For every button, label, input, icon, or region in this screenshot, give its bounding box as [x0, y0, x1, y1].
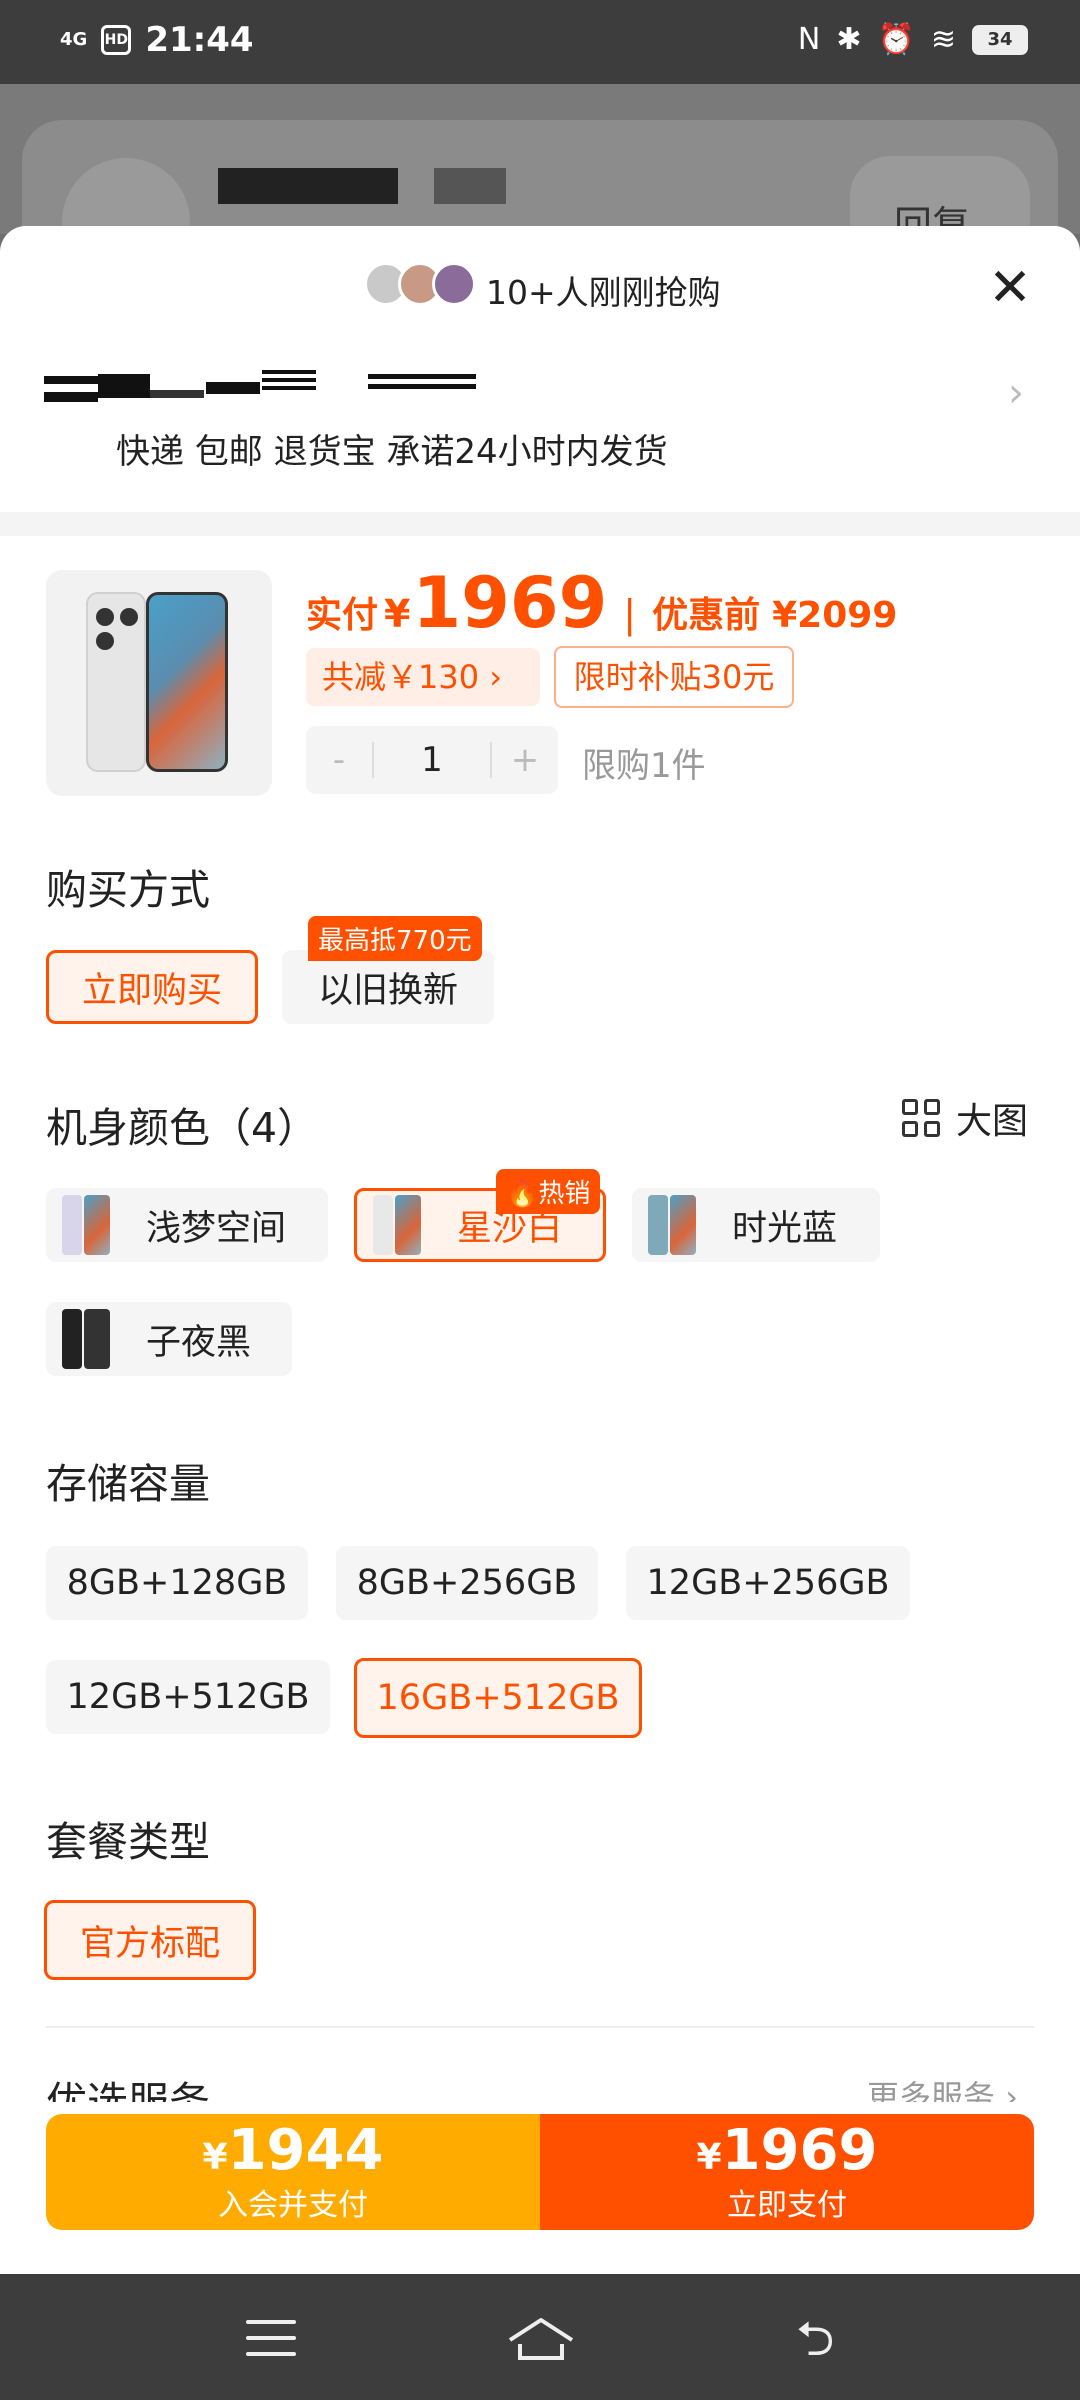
battery-icon: 34 — [972, 24, 1028, 55]
buy-price-row: ¥1969 — [696, 2117, 878, 2188]
price-separator: | — [623, 592, 637, 636]
hot-sale-badge: 🔥热销 — [496, 1169, 601, 1214]
subsidy-tag: 限时补贴30元 — [554, 646, 794, 708]
redacted-name — [218, 168, 398, 204]
option-buy-now[interactable]: 立即购买 — [46, 950, 258, 1024]
option-trade-in[interactable]: 以旧换新 — [282, 950, 494, 1024]
big-image-label: 大图 — [955, 1101, 1028, 1142]
color-label: 时光蓝 — [732, 1208, 838, 1249]
color-thumb — [60, 1193, 112, 1257]
services-title: 优选服务 — [46, 2078, 210, 2102]
purchase-limit: 限购1件 — [582, 746, 706, 786]
sheet-header: 10+人刚刚抢购 ✕ — [0, 226, 1080, 352]
redacted-text — [150, 390, 204, 398]
bluetooth-icon: ✱ — [836, 22, 862, 57]
redacted-text — [44, 376, 98, 384]
color-label: 子夜黑 — [146, 1322, 252, 1363]
redacted-text — [44, 392, 98, 402]
alarm-icon: ⏰ — [877, 22, 915, 57]
clock: 21:44 — [145, 20, 254, 60]
wifi-icon: ≋ — [930, 22, 956, 57]
decrease-button[interactable]: - — [306, 740, 372, 780]
shipping-text: 快递 包邮 退货宝 承诺24小时内发货 — [116, 432, 668, 472]
chevron-right-icon: › — [1008, 370, 1024, 416]
quantity-stepper: - 1 + — [306, 726, 558, 794]
price-line: 实付 ¥ 1969 | 优惠前 ¥2099 — [306, 562, 897, 644]
redacted-name-2 — [434, 168, 506, 204]
quantity-value[interactable]: 1 — [372, 742, 492, 778]
hd-icon: HD — [101, 25, 132, 55]
redacted-text — [368, 374, 476, 394]
color-thumb — [60, 1307, 112, 1371]
color-option-time-blue[interactable]: 时光蓝 — [632, 1188, 880, 1262]
big-image-toggle[interactable]: 大图 — [901, 1092, 1028, 1144]
buy-price: 1969 — [721, 2117, 878, 2183]
color-option-midnight-black[interactable]: 子夜黑 — [46, 1302, 292, 1376]
divider — [46, 2026, 1034, 2028]
network-type: 4G — [60, 29, 88, 50]
nfc-icon: N — [797, 22, 821, 57]
storage-option-selected[interactable]: 16GB+512GB — [354, 1658, 642, 1738]
storage-title: 存储容量 — [46, 1460, 210, 1508]
package-option-official[interactable]: 官方标配 — [44, 1900, 256, 1980]
paid-price: 1969 — [412, 562, 608, 644]
redacted-text — [262, 370, 316, 394]
recent-buyers-text: 10+人刚刚抢购 — [486, 273, 721, 312]
color-title: 机身颜色（4） — [46, 1104, 319, 1152]
phone-front-image — [146, 592, 228, 772]
navigation-bar: ⮌ — [0, 2274, 1080, 2400]
member-pay-button[interactable]: ¥1944 入会并支付 — [46, 2114, 540, 2230]
avatar — [432, 262, 476, 306]
currency-symbol: ¥ — [384, 592, 411, 636]
more-services-link[interactable]: 更多服务 › — [867, 2072, 1018, 2102]
color-thumb — [646, 1193, 698, 1257]
divider — [0, 512, 1080, 536]
status-bar: 4G HD 21:44 N ✱ ⏰ ≋ 34 — [0, 0, 1080, 84]
storage-option[interactable]: 12GB+512GB — [46, 1660, 330, 1734]
color-label: 浅梦空间 — [146, 1208, 287, 1249]
total-discount-tag[interactable]: 共减￥130 › — [306, 648, 540, 706]
storage-option[interactable]: 8GB+256GB — [336, 1546, 598, 1620]
buy-now-pay-button[interactable]: ¥1969 立即支付 — [540, 2114, 1034, 2230]
close-icon[interactable]: ✕ — [980, 258, 1040, 318]
trade-in-badge: 最高抵770元 — [308, 916, 482, 961]
member-price-row: ¥1944 — [202, 2117, 384, 2188]
storage-option[interactable]: 12GB+256GB — [626, 1546, 910, 1620]
currency-symbol: ¥ — [202, 2136, 228, 2178]
grid-icon — [901, 1099, 940, 1137]
member-pay-label: 入会并支付 — [218, 2187, 368, 2223]
shipping-info[interactable]: 快递 包邮 退货宝 承诺24小时内发货 › — [0, 352, 1080, 512]
color-option-dream[interactable]: 浅梦空间 — [46, 1188, 328, 1262]
color-thumb — [371, 1193, 423, 1257]
pay-bar: ¥1944 入会并支付 ¥1969 立即支付 — [46, 2114, 1034, 2230]
back-icon[interactable]: ⮌ — [796, 2314, 852, 2364]
menu-icon[interactable] — [246, 2320, 296, 2356]
purchase-method-title: 购买方式 — [46, 866, 210, 914]
phone-back-image — [86, 592, 146, 772]
home-icon[interactable] — [506, 2314, 576, 2364]
redacted-text — [206, 382, 260, 394]
storage-option[interactable]: 8GB+128GB — [46, 1546, 308, 1620]
before-discount-label: 优惠前 — [652, 595, 761, 636]
product-image[interactable] — [46, 570, 272, 796]
sku-selection-sheet: 10+人刚刚抢购 ✕ 快递 包邮 退货宝 承诺24小时内发货 › 实付 ¥ 19… — [0, 226, 1080, 2274]
paid-label: 实付 — [306, 595, 379, 636]
increase-button[interactable]: + — [492, 740, 558, 780]
member-price: 1944 — [227, 2117, 384, 2183]
redacted-text — [98, 374, 150, 398]
currency-symbol: ¥ — [696, 2136, 722, 2178]
before-discount-price: ¥2099 — [772, 595, 898, 636]
buyer-avatars — [364, 262, 476, 306]
buy-now-pay-label: 立即支付 — [727, 2187, 847, 2223]
package-title: 套餐类型 — [46, 1818, 210, 1866]
